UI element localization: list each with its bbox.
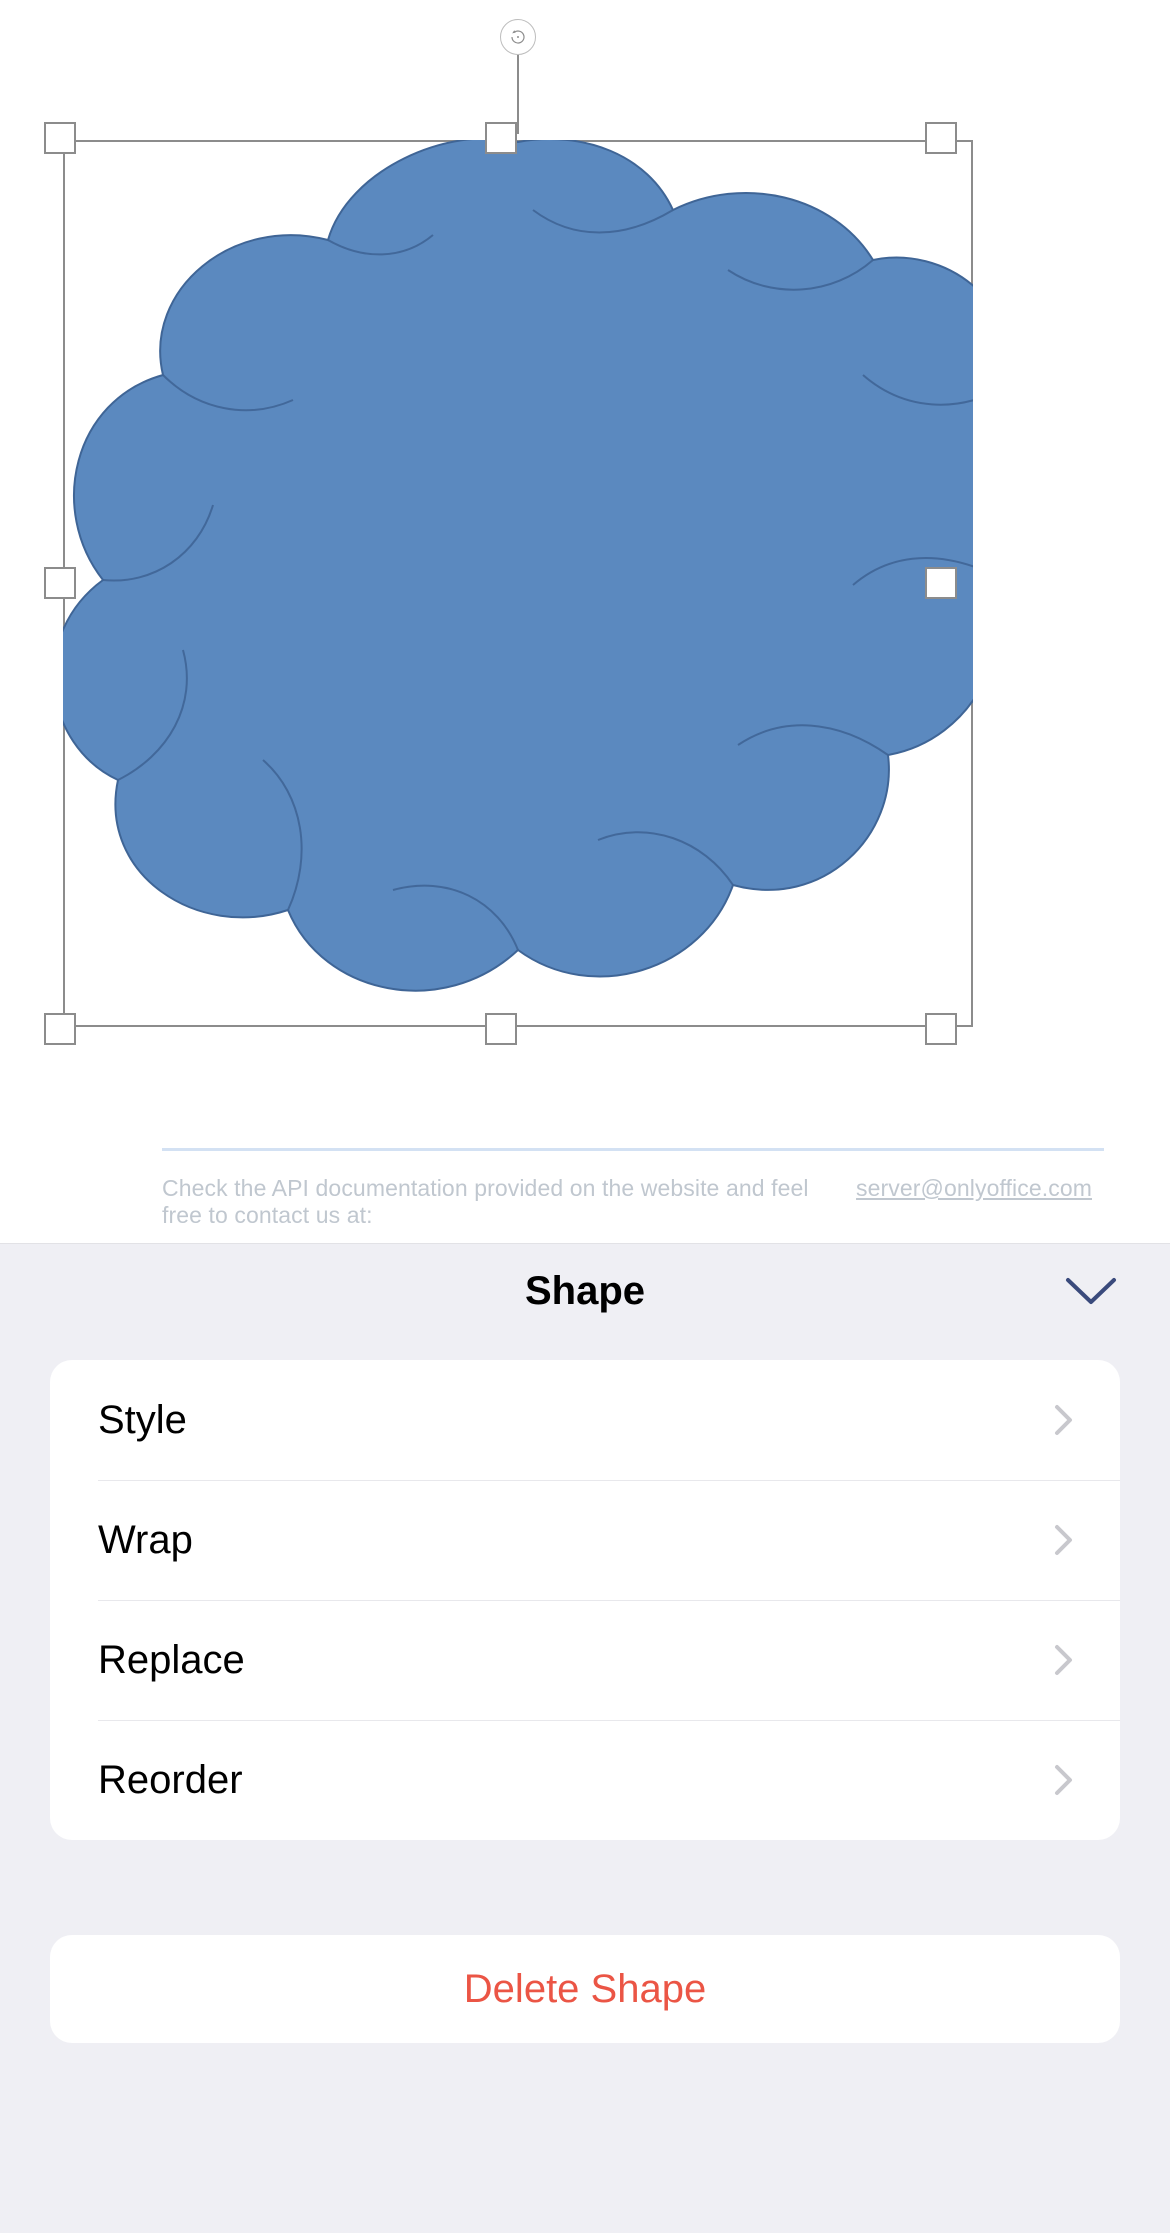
document-footer: Check the API documentation provided on … bbox=[162, 1148, 1112, 1229]
resize-handle-bl[interactable] bbox=[44, 1013, 76, 1045]
chevron-down-icon bbox=[1060, 1260, 1122, 1322]
rotate-connector bbox=[517, 55, 519, 134]
document-canvas[interactable]: Check the API documentation provided on … bbox=[0, 0, 1170, 1243]
chevron-right-icon bbox=[1046, 1643, 1080, 1677]
shape-menu-group: Style Wrap Replace Reorder bbox=[50, 1360, 1120, 1840]
chevron-right-icon bbox=[1046, 1403, 1080, 1437]
delete-label: Delete Shape bbox=[464, 1967, 706, 2012]
rotate-icon bbox=[509, 28, 527, 46]
menu-item-reorder[interactable]: Reorder bbox=[50, 1720, 1120, 1840]
shape-options-panel: Shape Style Wrap Replace Reo bbox=[0, 1243, 1170, 2233]
delete-group: Delete Shape bbox=[50, 1935, 1120, 2043]
panel-header: Shape bbox=[0, 1244, 1170, 1338]
resize-handle-bm[interactable] bbox=[485, 1013, 517, 1045]
cloud-shape[interactable] bbox=[63, 140, 973, 1027]
menu-label: Replace bbox=[98, 1638, 245, 1683]
menu-label: Reorder bbox=[98, 1758, 243, 1803]
menu-item-style[interactable]: Style bbox=[50, 1360, 1120, 1480]
chevron-right-icon bbox=[1046, 1763, 1080, 1797]
panel-title: Shape bbox=[525, 1269, 645, 1314]
resize-handle-tm[interactable] bbox=[485, 122, 517, 154]
resize-handle-ml[interactable] bbox=[44, 567, 76, 599]
resize-handle-tl[interactable] bbox=[44, 122, 76, 154]
collapse-button[interactable] bbox=[1060, 1244, 1122, 1338]
menu-label: Wrap bbox=[98, 1518, 193, 1563]
menu-label: Style bbox=[98, 1398, 187, 1443]
resize-handle-tr[interactable] bbox=[925, 122, 957, 154]
menu-item-replace[interactable]: Replace bbox=[50, 1600, 1120, 1720]
footer-text: Check the API documentation provided on … bbox=[162, 1175, 851, 1229]
cloud-shape-svg bbox=[63, 140, 973, 1027]
footer-link[interactable]: server@onlyoffice.com bbox=[856, 1175, 1092, 1229]
chevron-right-icon bbox=[1046, 1523, 1080, 1557]
rotate-handle[interactable] bbox=[500, 19, 536, 55]
delete-shape-button[interactable]: Delete Shape bbox=[50, 1935, 1120, 2043]
footer-rule bbox=[162, 1148, 1104, 1151]
menu-item-wrap[interactable]: Wrap bbox=[50, 1480, 1120, 1600]
resize-handle-br[interactable] bbox=[925, 1013, 957, 1045]
resize-handle-mr[interactable] bbox=[925, 567, 957, 599]
